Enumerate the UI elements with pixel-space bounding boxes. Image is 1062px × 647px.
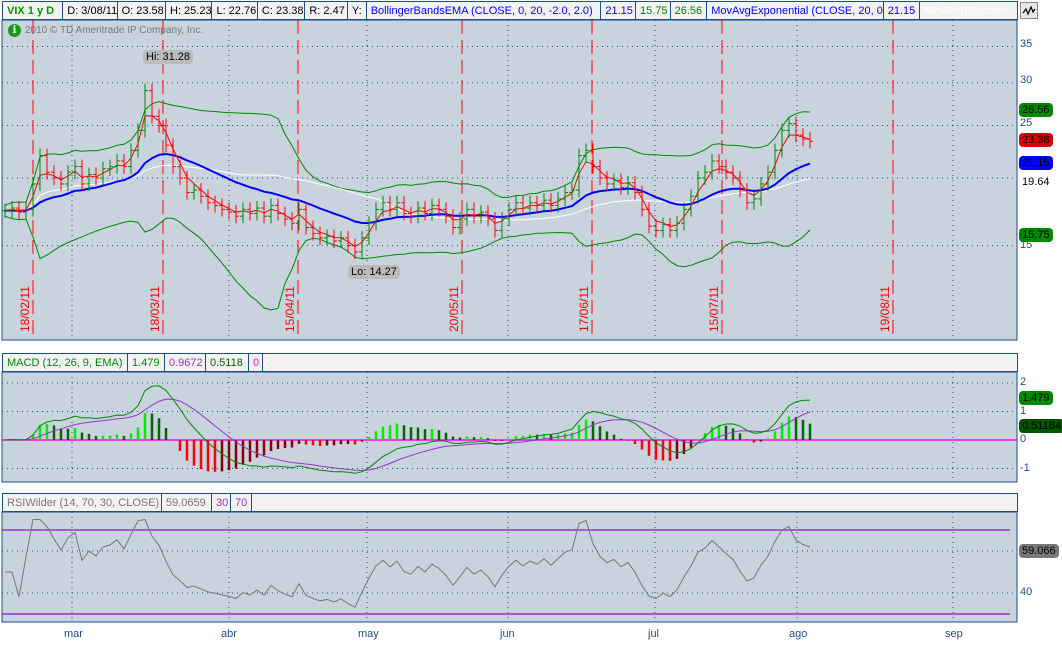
month-label: jun <box>500 628 515 640</box>
event-date-label: 18/02/11 <box>18 286 32 332</box>
ema-tag: 21.15 <box>1019 156 1053 170</box>
rsi-tick: 40 <box>1020 586 1033 598</box>
month-label: abr <box>221 628 237 640</box>
month-label: sep <box>945 628 963 640</box>
lo-label: Lo: 14.27 <box>348 265 400 279</box>
macd-tick: 0 <box>1020 433 1027 445</box>
rsi-tag: 59.066 <box>1019 544 1059 558</box>
panel-background <box>1 371 1018 483</box>
event-date-label: 15/04/11 <box>283 286 297 332</box>
macd-tick: -1 <box>1020 462 1030 474</box>
upper-band-tag: 26.56 <box>1019 103 1053 117</box>
month-label: jul <box>648 628 660 640</box>
event-date-label: 20/05/11 <box>447 286 461 332</box>
close-tag: 23.38 <box>1019 133 1053 147</box>
macd-value-tag: 1.479 <box>1019 391 1053 405</box>
lower-band-tag: 15.75 <box>1019 228 1053 242</box>
event-date-label: 19/08/11 <box>878 286 892 332</box>
event-date-label: 15/07/11 <box>707 286 721 332</box>
price-tick: 35 <box>1020 38 1033 50</box>
month-label: may <box>358 628 379 640</box>
copyright-text: 2010 © TD Ameritrade IP Company, Inc. <box>25 25 204 36</box>
event-date-label: 18/03/11 <box>148 286 162 332</box>
macd-diff-tag: 0.51184 <box>1019 419 1062 433</box>
event-date-label: 17/06/11 <box>577 286 591 332</box>
info-icon[interactable]: i <box>8 24 21 37</box>
panel-background <box>1 511 1018 623</box>
macd-tick: 1 <box>1020 405 1027 417</box>
chart-canvas[interactable]: 18/02/11 18/03/11 15/04/11 20/05/11 17/06/11… <box>0 0 1062 647</box>
price-tick: 30 <box>1020 74 1033 86</box>
hi-label: Hi: 31.28 <box>143 50 194 64</box>
price-tick: 25 <box>1020 117 1033 129</box>
macd-tick: 2 <box>1020 376 1027 388</box>
month-label: mar <box>64 628 83 640</box>
month-label: ago <box>789 628 808 640</box>
sma-tag: 19.64 <box>1022 176 1050 188</box>
